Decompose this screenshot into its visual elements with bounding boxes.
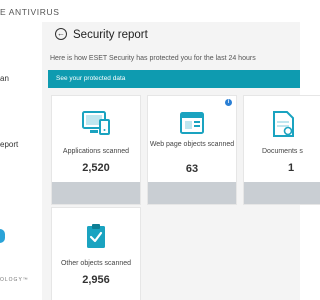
- card-value: 1: [288, 162, 295, 174]
- sidebar: an eport OLOGY™: [0, 22, 42, 300]
- app-brand: E ANTIVIRUS: [0, 7, 60, 17]
- card-other-objects[interactable]: Other objects scanned 2,956: [52, 208, 140, 300]
- page-subtitle: Here is how ESET Security has protected …: [50, 55, 256, 62]
- card-label: Documents s: [262, 148, 303, 155]
- card-web-page-objects[interactable]: i Web page objects scanned 63: [148, 96, 236, 204]
- card-value: 63: [185, 163, 199, 175]
- card-value: 2,520: [82, 162, 110, 174]
- sidebar-indicator: [0, 229, 5, 243]
- card-value: 2,956: [82, 274, 110, 286]
- banner-text: See your protected data: [56, 75, 126, 82]
- back-arrow-icon[interactable]: ←: [55, 28, 67, 40]
- sidebar-footer-text: OLOGY™: [0, 277, 29, 283]
- card-label: Applications scanned: [62, 148, 130, 155]
- other-objects-icon: [87, 224, 105, 248]
- info-icon[interactable]: i: [225, 99, 232, 106]
- card-label: Web page objects scanned: [149, 141, 235, 148]
- card-footer: [148, 182, 236, 204]
- card-footer: [244, 182, 320, 204]
- card-label: Other objects scanned: [60, 260, 132, 267]
- documents-icon: [273, 111, 294, 137]
- web-page-icon: [180, 112, 204, 134]
- page-title: Security report: [73, 29, 148, 41]
- title-bar: E ANTIVIRUS: [0, 0, 300, 22]
- card-applications[interactable]: Applications scanned 2,520: [52, 96, 140, 204]
- protected-data-banner[interactable]: See your protected data: [48, 70, 300, 88]
- card-documents[interactable]: Documents s 1: [244, 96, 320, 204]
- applications-icon: [82, 111, 110, 135]
- sidebar-item-scan[interactable]: an: [0, 74, 9, 83]
- card-footer: [52, 182, 140, 204]
- sidebar-item-report[interactable]: eport: [0, 140, 18, 149]
